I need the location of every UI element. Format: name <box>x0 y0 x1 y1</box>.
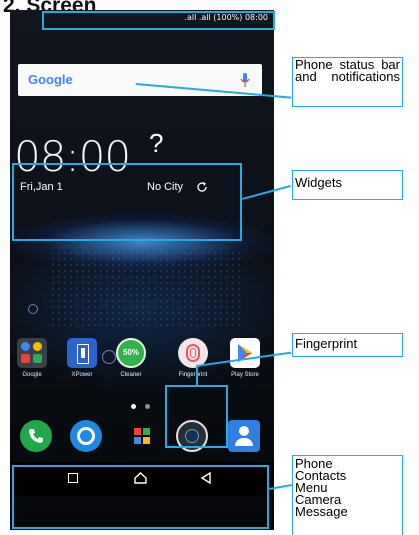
dock-contacts[interactable] <box>224 420 264 452</box>
app-label: Cleaner <box>120 372 142 378</box>
decorative-circle <box>28 304 38 314</box>
google-folder-icon <box>17 338 47 368</box>
contacts-icon <box>228 420 260 452</box>
status-label: Phone status bar and notifications <box>292 57 403 107</box>
cleaner-badge: 50% <box>122 348 139 357</box>
app-google[interactable]: Google <box>12 338 52 378</box>
phone-icon <box>20 420 52 452</box>
status-bar-callout <box>42 11 275 30</box>
app-label: Play Store <box>231 372 259 378</box>
play-store-icon <box>230 338 260 368</box>
wallpaper-dots <box>50 250 240 330</box>
app-label: Fingerprint <box>178 372 208 378</box>
app-label: Google <box>22 372 42 378</box>
widgets-label: Widgets <box>292 170 403 200</box>
google-logo: Google <box>28 72 73 87</box>
dock-apps-label: Phone Contacts Menu Camera Message <box>292 455 403 535</box>
fingerprint-label: Fingerprint <box>292 333 403 357</box>
page-indicator-dot[interactable] <box>145 404 150 409</box>
cleaner-icon: 50% <box>116 338 146 368</box>
menu-grid-icon <box>126 420 158 452</box>
fingerprint-leader-line <box>196 365 198 385</box>
app-cleaner[interactable]: 50% Cleaner <box>111 338 151 378</box>
fingerprint-callout <box>165 385 228 448</box>
mic-icon[interactable] <box>240 72 250 88</box>
app-label: XPower <box>71 372 93 378</box>
app-fingerprint[interactable]: Fingerprint <box>173 338 213 378</box>
weather-icon[interactable]: ? <box>149 128 163 159</box>
message-icon <box>70 420 102 452</box>
widgets-callout <box>12 163 242 241</box>
dock-messages[interactable] <box>66 420 106 452</box>
dock-label-message: Message <box>295 504 348 519</box>
dock-phone[interactable] <box>16 420 56 452</box>
dock-callout <box>12 465 269 529</box>
phone-screen: .all .all (100%) 08:00 Google 08:00 ? Fr… <box>10 10 274 530</box>
app-xpower[interactable]: XPower <box>62 338 102 378</box>
dock-menu[interactable] <box>122 420 162 452</box>
xpower-battery-icon <box>67 338 97 368</box>
page-indicator-dot-active[interactable] <box>131 404 136 409</box>
